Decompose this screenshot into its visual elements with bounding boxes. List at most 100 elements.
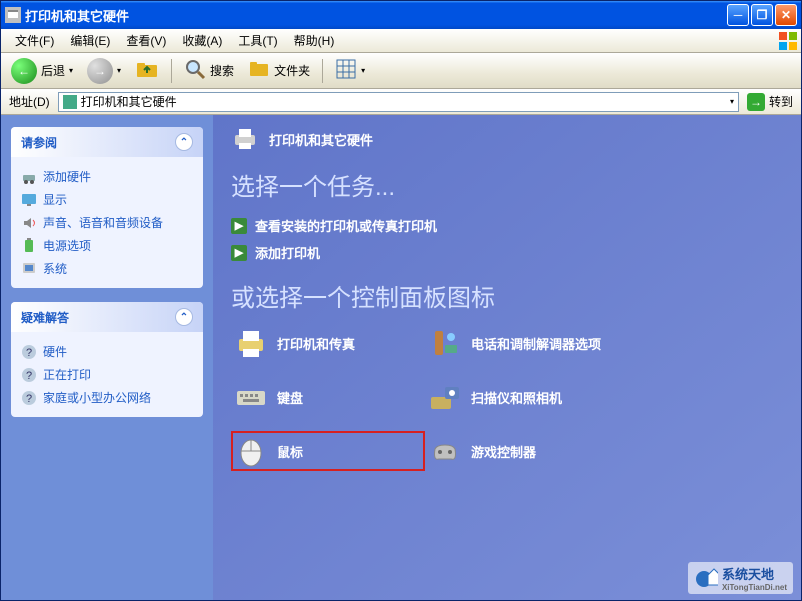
- watermark-brand: 系统天地: [722, 564, 787, 583]
- keyboard-icon: [235, 381, 267, 413]
- cpl-label: 鼠标: [277, 442, 303, 461]
- views-icon: [335, 58, 357, 83]
- see-also-body: 添加硬件 显示 声音、语音和音频设备 电源选项 系统: [11, 157, 203, 288]
- forward-button[interactable]: → ▾: [81, 56, 127, 86]
- chevron-down-icon: ▾: [117, 66, 121, 75]
- sidebar-item-label: 声音、语音和音频设备: [43, 214, 163, 231]
- sidebar-item-printing[interactable]: ?正在打印: [21, 363, 193, 386]
- pick-icon-heading: 或选择一个控制面板图标: [231, 278, 783, 313]
- go-arrow-icon: →: [747, 93, 765, 111]
- menu-view[interactable]: 查看(V): [118, 29, 174, 52]
- folders-label: 文件夹: [274, 62, 310, 79]
- troubleshoot-header[interactable]: 疑难解答 ⌃: [11, 302, 203, 332]
- folders-icon: [248, 58, 270, 83]
- sidebar-item-add-hardware[interactable]: 添加硬件: [21, 165, 193, 188]
- menu-help[interactable]: 帮助(H): [286, 29, 343, 52]
- address-value: 打印机和其它硬件: [81, 93, 177, 110]
- app-icon: [5, 7, 21, 23]
- back-label: 后退: [41, 62, 65, 79]
- see-also-panel: 请参阅 ⌃ 添加硬件 显示 声音、语音和音频设备 电源选项 系统: [11, 127, 203, 288]
- modem-icon: [429, 327, 461, 359]
- main-header: 打印机和其它硬件: [231, 127, 783, 151]
- task-view-printers[interactable]: ▶ 查看安装的打印机或传真打印机: [231, 212, 783, 239]
- svg-text:?: ?: [26, 370, 32, 382]
- sidebar-item-system[interactable]: 系统: [21, 257, 193, 280]
- sidebar-item-label: 硬件: [43, 343, 67, 360]
- up-button[interactable]: [129, 55, 165, 86]
- toolbar: ← 后退 ▾ → ▾ 搜索 文件夹 ▾: [1, 53, 801, 89]
- sidebar-item-label: 系统: [43, 260, 67, 277]
- chevron-down-icon[interactable]: ▾: [730, 97, 734, 106]
- sidebar-item-display[interactable]: 显示: [21, 188, 193, 211]
- arrow-right-icon: ▶: [231, 245, 247, 261]
- search-icon: [184, 58, 206, 83]
- sidebar-item-network[interactable]: ? 家庭或小型办公网络: [21, 386, 193, 409]
- cpl-printers-fax[interactable]: 打印机和传真: [231, 323, 425, 363]
- separator: [171, 59, 172, 83]
- sidebar-item-hardware[interactable]: ? 硬件: [21, 340, 193, 363]
- task-label: 添加打印机: [255, 243, 320, 262]
- minimize-button[interactable]: ─: [727, 4, 749, 26]
- cpl-label: 游戏控制器: [471, 442, 536, 461]
- help-icon: ?: [21, 367, 37, 383]
- printer-category-icon: [231, 127, 259, 151]
- menubar: 文件(F) 编辑(E) 查看(V) 收藏(A) 工具(T) 帮助(H): [1, 29, 801, 53]
- chevron-down-icon: ▾: [361, 66, 365, 75]
- cpl-mouse[interactable]: 鼠标: [231, 431, 425, 471]
- watermark: 系统天地 XiTongTianDi.net: [688, 562, 793, 594]
- folders-button[interactable]: 文件夹: [242, 56, 316, 85]
- address-input[interactable]: 打印机和其它硬件 ▾: [58, 92, 739, 112]
- gamepad-icon: [429, 435, 461, 467]
- globe-house-icon: [694, 565, 718, 592]
- back-button[interactable]: ← 后退 ▾: [5, 56, 79, 86]
- troubleshoot-panel: 疑难解答 ⌃ ? 硬件 ?正在打印 ? 家庭或小型办公网络: [11, 302, 203, 417]
- menu-edit[interactable]: 编辑(E): [62, 29, 118, 52]
- addressbar: 地址(D) 打印机和其它硬件 ▾ → 转到: [1, 89, 801, 115]
- task-label: 查看安装的打印机或传真打印机: [255, 216, 437, 235]
- see-also-header[interactable]: 请参阅 ⌃: [11, 127, 203, 157]
- main-pane: 打印机和其它硬件 选择一个任务... ▶ 查看安装的打印机或传真打印机 ▶ 添加…: [213, 115, 801, 600]
- menu-favorites[interactable]: 收藏(A): [174, 29, 230, 52]
- power-icon: [21, 238, 37, 254]
- cpl-game-controller[interactable]: 游戏控制器: [425, 431, 619, 471]
- watermark-url: XiTongTianDi.net: [722, 583, 787, 592]
- main-header-title: 打印机和其它硬件: [269, 130, 373, 149]
- content: 请参阅 ⌃ 添加硬件 显示 声音、语音和音频设备 电源选项 系统 疑难解答 ⌃ …: [1, 115, 801, 600]
- cpl-scanner-camera[interactable]: 扫描仪和照相机: [425, 377, 619, 417]
- help-icon: ?: [21, 390, 37, 406]
- cpl-label: 键盘: [277, 388, 303, 407]
- sidebar-item-label: 家庭或小型办公网络: [43, 389, 151, 406]
- titlebar: 打印机和其它硬件 ─ ❐ ✕: [1, 1, 801, 29]
- close-button[interactable]: ✕: [775, 4, 797, 26]
- menu-tools[interactable]: 工具(T): [230, 29, 285, 52]
- sound-icon: [21, 215, 37, 231]
- separator: [322, 59, 323, 83]
- mouse-icon: [235, 435, 267, 467]
- hardware-icon: [21, 169, 37, 185]
- search-label: 搜索: [210, 62, 234, 79]
- svg-text:?: ?: [26, 393, 32, 405]
- sidebar-item-label: 显示: [43, 191, 67, 208]
- help-icon: ?: [21, 344, 37, 360]
- windows-logo-icon: [777, 30, 799, 52]
- pick-task-heading: 选择一个任务...: [231, 167, 783, 202]
- troubleshoot-body: ? 硬件 ?正在打印 ? 家庭或小型办公网络: [11, 332, 203, 417]
- see-also-title: 请参阅: [21, 134, 57, 151]
- cpl-label: 扫描仪和照相机: [471, 388, 562, 407]
- task-add-printer[interactable]: ▶ 添加打印机: [231, 239, 783, 266]
- menu-file[interactable]: 文件(F): [7, 29, 62, 52]
- go-button[interactable]: → 转到: [743, 93, 797, 111]
- search-button[interactable]: 搜索: [178, 56, 240, 85]
- svg-text:?: ?: [26, 347, 32, 359]
- sidebar-item-power[interactable]: 电源选项: [21, 234, 193, 257]
- sidebar-item-label: 添加硬件: [43, 168, 91, 185]
- display-icon: [21, 192, 37, 208]
- views-button[interactable]: ▾: [329, 56, 371, 85]
- cpl-grid: 打印机和传真 电话和调制解调器选项 键盘 扫描仪和照相机 鼠标: [231, 323, 783, 471]
- maximize-button[interactable]: ❐: [751, 4, 773, 26]
- cpl-keyboard[interactable]: 键盘: [231, 377, 425, 417]
- cpl-phone-modem[interactable]: 电话和调制解调器选项: [425, 323, 619, 363]
- window: 打印机和其它硬件 ─ ❐ ✕ 文件(F) 编辑(E) 查看(V) 收藏(A) 工…: [0, 0, 802, 601]
- sidebar-item-sound[interactable]: 声音、语音和音频设备: [21, 211, 193, 234]
- back-arrow-icon: ←: [11, 58, 37, 84]
